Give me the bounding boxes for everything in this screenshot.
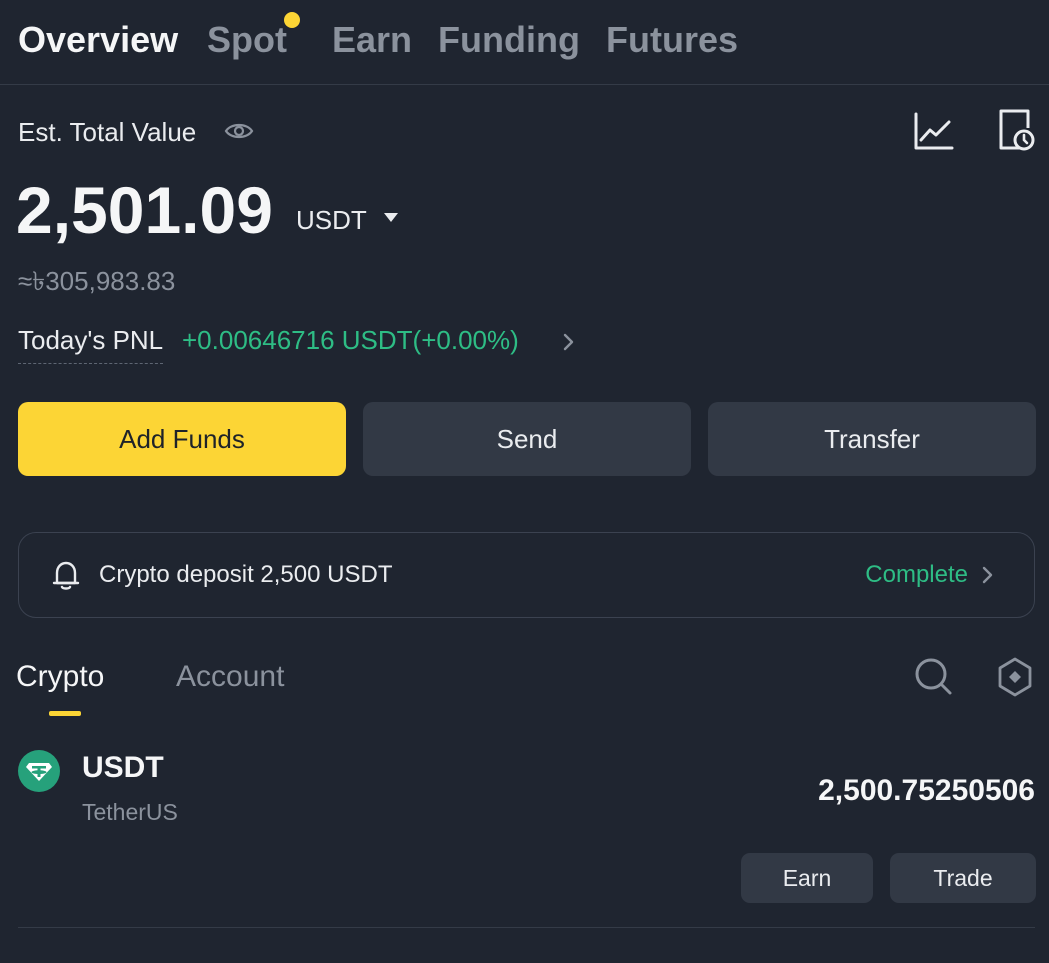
eye-icon[interactable] [224,118,254,144]
tab-earn[interactable]: Earn [332,20,412,60]
wallet-overview-page: Overview Spot Earn Funding Futures Est. … [0,0,1049,963]
tab-account[interactable]: Account [176,658,284,696]
tab-crypto[interactable]: Crypto [16,658,104,696]
search-icon[interactable] [913,656,953,696]
chevron-right-icon [982,566,993,584]
asset-symbol: USDT [82,751,164,784]
tether-icon [18,750,60,792]
total-value-unit[interactable]: USDT [296,203,367,237]
deposit-notice-card[interactable]: Crypto deposit 2,500 USDT Complete [18,532,1035,618]
todays-pnl-value[interactable]: +0.00646716 USDT(+0.00%) [182,323,519,357]
todays-pnl-label[interactable]: Today's PNL [18,323,164,364]
total-value: 2,501.09 [16,173,273,247]
deposit-status: Complete [865,561,968,588]
tab-overview[interactable]: Overview [18,20,178,60]
divider [18,927,1035,928]
chevron-right-icon[interactable] [560,330,578,354]
active-tab-indicator [49,711,81,716]
est-total-value-label: Est. Total Value [18,117,197,147]
asset-trade-button[interactable]: Trade [890,853,1036,903]
tab-spot[interactable]: Spot [207,20,287,60]
tab-futures[interactable]: Futures [606,20,738,60]
spot-notification-dot [284,12,300,28]
fiat-equivalent-value: ≈৳305,983.83 [18,266,176,296]
send-button[interactable]: Send [363,402,691,476]
top-tab-bar: Overview Spot Earn Funding Futures [0,0,1049,85]
tab-funding[interactable]: Funding [438,20,580,60]
hexagon-icon[interactable] [996,656,1034,698]
history-icon[interactable] [996,108,1036,152]
add-funds-button[interactable]: Add Funds [18,402,346,476]
asset-name: TetherUS [82,799,178,825]
bell-icon [52,561,80,590]
transfer-button[interactable]: Transfer [708,402,1036,476]
chart-icon[interactable] [912,110,954,152]
deposit-notice-text: Crypto deposit 2,500 USDT [99,561,393,588]
asset-earn-button[interactable]: Earn [741,853,873,903]
caret-down-icon[interactable] [382,210,400,224]
asset-amount: 2,500.75250506 [818,774,1035,807]
